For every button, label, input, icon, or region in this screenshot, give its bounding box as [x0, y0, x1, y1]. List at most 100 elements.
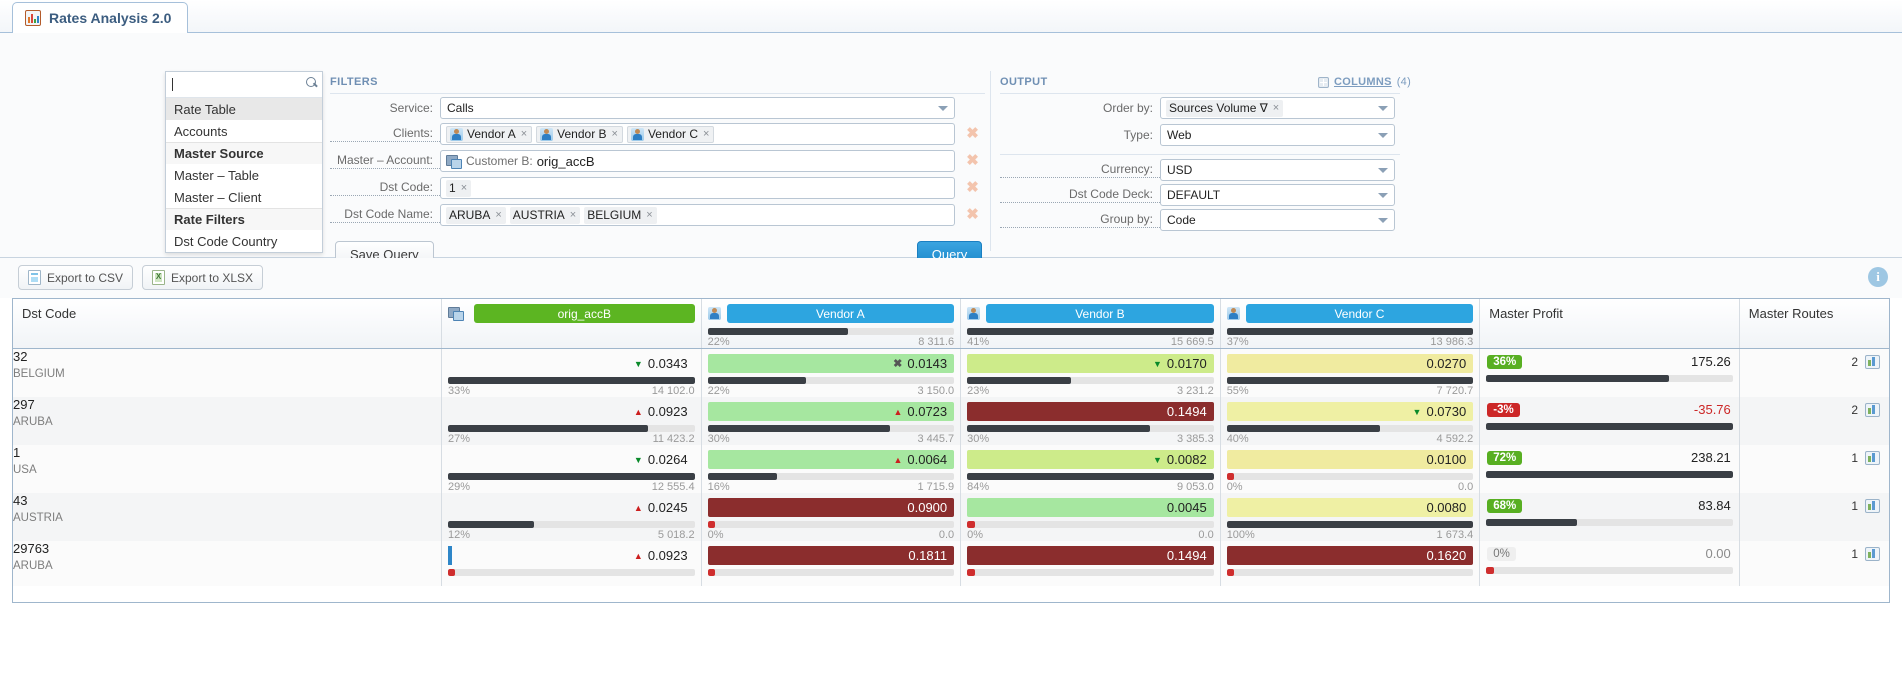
dst-code-deck-select[interactable]: DEFAULT	[1160, 184, 1395, 206]
th-vendor-b[interactable]: Vendor B 41% 15 669.5	[960, 299, 1221, 349]
cell-vendor-a: ▲ 0.0723 30% 3 445.7	[701, 397, 962, 445]
rate-box: ▲ 0.0064	[707, 450, 955, 469]
tab-rates-analysis[interactable]: Rates Analysis 2.0	[12, 2, 189, 34]
row-meter	[707, 425, 955, 432]
row-meter	[707, 521, 955, 528]
profit-badge: 36%	[1487, 354, 1523, 369]
suggest-item-dst-code-country[interactable]: Dst Code Country	[166, 230, 322, 252]
clients-input[interactable]: Vendor A × Vendor B × Vendor C ×	[440, 123, 955, 145]
dst-code-name-chip[interactable]: BELGIUM ×	[584, 206, 657, 224]
table-row[interactable]: 1 USA ▼ 0.0264 29% 12 555.4 ▲ 0.0064 16% 1…	[13, 445, 1889, 493]
suggest-item-accounts[interactable]: Accounts	[166, 120, 322, 142]
export-xlsx-button[interactable]: Export to XLSX	[142, 265, 264, 290]
table-row[interactable]: 29763 ARUBA ▲ 0.0923 0.1811 0.1494 0.162…	[13, 541, 1889, 586]
clear-dst-code-name-icon[interactable]: ✖	[966, 207, 979, 222]
client-chip[interactable]: Vendor A ×	[446, 125, 533, 143]
rate-box: ✖ 0.0143	[707, 354, 955, 373]
routes-chart-icon[interactable]	[1865, 547, 1880, 561]
routes-count: 1	[1851, 451, 1858, 465]
client-chip[interactable]: Vendor B ×	[536, 125, 623, 143]
trend-up-icon: ▲	[633, 550, 643, 561]
rate-value: 0.0045	[1166, 500, 1207, 515]
tab-strip: Rates Analysis 2.0	[0, 0, 1902, 34]
currency-select[interactable]: USD	[1160, 159, 1395, 181]
source-suggest-dropdown[interactable]: Rate Table Accounts Master Source Master…	[165, 71, 323, 253]
routes-chart-icon[interactable]	[1865, 403, 1880, 417]
output-rule-2	[1000, 154, 1400, 155]
profit-meter	[1486, 375, 1733, 382]
filters-rule	[330, 93, 985, 94]
rate-box: ▲ 0.0245	[448, 498, 695, 517]
th-master-routes[interactable]: Master Routes	[1739, 299, 1889, 349]
row-meter-value: 1 673.4	[1436, 529, 1474, 541]
master-account-input[interactable]: Customer B: orig_accB	[440, 150, 955, 172]
table-row[interactable]: 43 AUSTRIA ▲ 0.0245 12% 5 018.2 0.0900 0%…	[13, 493, 1889, 541]
header-meter	[967, 328, 1214, 335]
rate-box: 0.0080	[1226, 498, 1474, 517]
service-select[interactable]: Calls	[440, 97, 955, 119]
dst-code-input[interactable]: 1 ×	[440, 177, 955, 199]
suggest-item-master-client[interactable]: Master – Client	[166, 186, 322, 208]
export-csv-button[interactable]: Export to CSV	[18, 265, 134, 290]
header-meter	[1226, 328, 1474, 335]
row-meter-value: 14 102.0	[651, 385, 695, 397]
group-by-label: Group by:	[1000, 212, 1160, 228]
remove-chip-icon[interactable]: ×	[1272, 102, 1280, 114]
chevron-down-icon	[1378, 133, 1388, 138]
routes-chart-icon[interactable]	[1865, 451, 1880, 465]
rate-value: 0.0730	[1426, 404, 1467, 419]
th-orig-accb[interactable]: orig_accB	[441, 299, 702, 349]
row-meter-value: 7 720.7	[1436, 385, 1474, 397]
filter-row-clients: Clients: Vendor A × Vendor B × Vendor C …	[330, 123, 1010, 145]
info-icon[interactable]: i	[1868, 267, 1888, 287]
dst-code-name-input[interactable]: ARUBA × AUSTRIA × BELGIUM ×	[440, 204, 955, 226]
row-code: 29763	[13, 541, 50, 556]
dst-code-name-chip[interactable]: ARUBA ×	[446, 206, 506, 224]
client-chip[interactable]: Vendor C ×	[626, 125, 715, 143]
clear-clients-icon[interactable]: ✖	[966, 126, 979, 141]
remove-chip-icon[interactable]: ×	[494, 209, 502, 221]
dst-code-name-chip[interactable]: AUSTRIA ×	[509, 206, 581, 224]
rate-box: ▼ 0.0730	[1226, 402, 1474, 421]
trend-up-icon: ▲	[633, 502, 643, 513]
row-meter-pct: 0%	[967, 529, 984, 541]
remove-chip-icon[interactable]: ×	[611, 128, 619, 140]
remove-chip-icon[interactable]: ×	[702, 128, 710, 140]
suggest-search-box[interactable]	[166, 72, 322, 98]
clear-dst-code-icon[interactable]: ✖	[966, 180, 979, 195]
order-by-input[interactable]: Sources Volume ∇ ×	[1160, 97, 1395, 119]
tab-title: Rates Analysis 2.0	[49, 10, 172, 26]
dst-code-name-chip-label: ARUBA	[449, 208, 491, 222]
vendor-pill: Vendor B	[986, 304, 1214, 323]
rate-box: ▼ 0.0264	[448, 450, 695, 469]
chevron-down-icon	[1378, 218, 1388, 223]
clear-master-account-icon[interactable]: ✖	[966, 153, 979, 168]
rate-box: 0.0100	[1226, 450, 1474, 469]
th-master-profit[interactable]: Master Profit	[1479, 299, 1740, 349]
th-vendor-a[interactable]: Vendor A 22% 8 311.6	[701, 299, 962, 349]
dst-code-chip-label: 1	[449, 181, 456, 195]
routes-chart-icon[interactable]	[1865, 355, 1880, 369]
table-row[interactable]: 297 ARUBA ▲ 0.0923 27% 11 423.2 ▲ 0.0723 …	[13, 397, 1889, 445]
type-select[interactable]: Web	[1160, 124, 1395, 146]
th-vendor-c[interactable]: Vendor C 37% 13 986.3	[1220, 299, 1481, 349]
master-account-label: Master – Account:	[330, 153, 440, 169]
header-meter-pct: 37%	[1226, 336, 1249, 348]
chevron-down-icon	[1378, 193, 1388, 198]
table-row[interactable]: 32 BELGIUM ▼ 0.0343 33% 14 102.0 ✖ 0.0143…	[13, 348, 1889, 397]
remove-chip-icon[interactable]: ×	[569, 209, 577, 221]
order-by-chip[interactable]: Sources Volume ∇ ×	[1166, 99, 1284, 117]
dst-code-chip[interactable]: 1 ×	[446, 179, 472, 197]
cell-dst-code: 32 BELGIUM	[13, 348, 443, 397]
columns-button[interactable]: COLUMNS (4)	[1318, 76, 1411, 88]
remove-chip-icon[interactable]: ×	[520, 128, 528, 140]
th-dst-code[interactable]: Dst Code	[13, 299, 443, 349]
routes-count: 2	[1851, 403, 1858, 417]
routes-chart-icon[interactable]	[1865, 499, 1880, 513]
suggest-item-rate-table[interactable]: Rate Table	[166, 98, 322, 120]
remove-chip-icon[interactable]: ×	[460, 182, 468, 194]
suggest-item-master-table[interactable]: Master – Table	[166, 164, 322, 186]
group-by-select[interactable]: Code	[1160, 209, 1395, 231]
remove-chip-icon[interactable]: ×	[645, 209, 653, 221]
rate-value: 0.0245	[647, 500, 688, 515]
